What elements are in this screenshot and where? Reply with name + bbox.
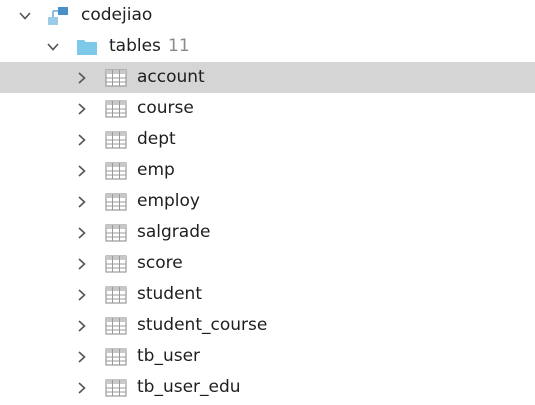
table-name: account <box>137 67 205 87</box>
tree-row-table[interactable]: tb_user <box>0 341 535 372</box>
tree-row-table[interactable]: student_course <box>0 310 535 341</box>
table-icon <box>104 372 128 403</box>
tree-row-table[interactable]: score <box>0 248 535 279</box>
chevron-down-icon[interactable] <box>46 31 60 62</box>
chevron-right-icon[interactable] <box>75 310 89 341</box>
table-icon <box>104 93 128 124</box>
chevron-right-icon[interactable] <box>75 217 89 248</box>
tree-row-tables-folder[interactable]: tables 11 <box>0 31 535 62</box>
chevron-right-icon[interactable] <box>75 372 89 403</box>
table-icon <box>104 124 128 155</box>
table-icon <box>104 279 128 310</box>
chevron-right-icon[interactable] <box>75 186 89 217</box>
chevron-right-icon[interactable] <box>75 341 89 372</box>
folder-icon <box>75 31 99 62</box>
table-icon <box>104 155 128 186</box>
tree-row-table[interactable]: salgrade <box>0 217 535 248</box>
table-name: student_course <box>137 315 268 335</box>
table-icon <box>104 186 128 217</box>
tree-row-table[interactable]: account <box>0 62 535 93</box>
chevron-right-icon[interactable] <box>75 62 89 93</box>
database-tree: codejiao tables 11 account course dept emp e… <box>0 0 535 405</box>
table-name: dept <box>137 129 176 149</box>
table-name: score <box>137 253 183 273</box>
table-name: employ <box>137 191 200 211</box>
table-icon <box>104 62 128 93</box>
chevron-right-icon[interactable] <box>75 93 89 124</box>
tree-row-table[interactable]: tb_user_edu <box>0 372 535 403</box>
chevron-down-icon[interactable] <box>18 0 32 31</box>
folder-name: tables <box>109 36 161 56</box>
table-icon <box>104 310 128 341</box>
tree-row-table[interactable]: course <box>0 93 535 124</box>
tree-row-table[interactable]: student <box>0 279 535 310</box>
tree-row-database[interactable]: codejiao <box>0 0 535 31</box>
tree-row-table[interactable]: dept <box>0 124 535 155</box>
table-name: tb_user_edu <box>137 377 241 397</box>
table-icon <box>104 341 128 372</box>
chevron-right-icon[interactable] <box>75 279 89 310</box>
table-name: emp <box>137 160 175 180</box>
tree-row-table[interactable]: emp <box>0 155 535 186</box>
chevron-right-icon[interactable] <box>75 124 89 155</box>
table-name: student <box>137 284 202 304</box>
chevron-right-icon[interactable] <box>75 155 89 186</box>
chevron-right-icon[interactable] <box>75 248 89 279</box>
table-name: course <box>137 98 194 118</box>
table-count: 11 <box>168 36 190 56</box>
database-name: codejiao <box>81 5 153 25</box>
database-schema-icon <box>46 0 70 31</box>
table-name: tb_user <box>137 346 201 366</box>
table-name: salgrade <box>137 222 211 242</box>
table-icon <box>104 217 128 248</box>
tree-row-table[interactable]: employ <box>0 186 535 217</box>
table-icon <box>104 248 128 279</box>
